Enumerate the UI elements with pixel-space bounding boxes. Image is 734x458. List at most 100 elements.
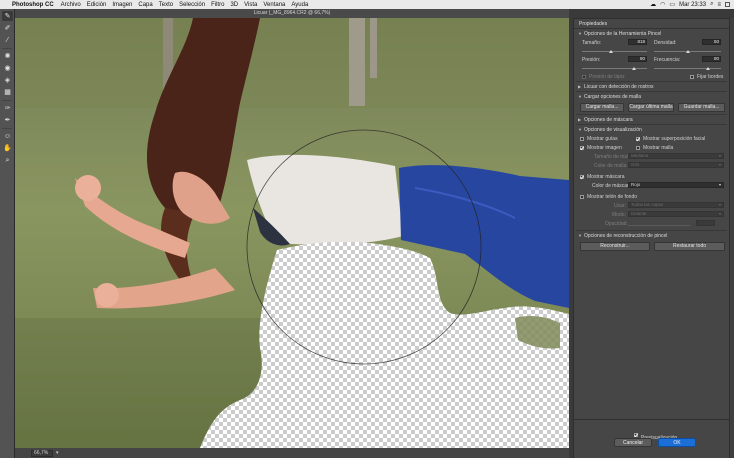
section-mask-options[interactable]: ▶ Opciones de máscara [574,115,729,124]
show-mask-box [580,174,584,179]
freeze-mask-tool-icon[interactable]: ✑ [2,103,13,113]
menu-seleccion[interactable]: Selección [176,2,208,8]
mesh-color-select[interactable]: Gris ▾ [628,162,724,168]
window-icon[interactable] [725,2,730,7]
show-backdrop-label: Mostrar telón de fondo [587,194,638,200]
image-canvas[interactable] [15,18,569,448]
app-menu[interactable]: Photoshop CC [10,2,58,8]
show-backdrop-box [580,194,584,199]
battery-icon[interactable]: ▭ [669,1,675,8]
mesh-color-value: Gris [631,162,640,167]
restore-all-button[interactable]: Restaurar todo [654,242,725,251]
dialog-footer: Previsualización Cancelar OK [573,420,730,458]
reconstruct-tool-icon[interactable]: ✐ [2,23,13,33]
show-mask-checkbox[interactable]: Mostrar máscara [580,174,625,180]
pressure-row: Presión: 80 Frecuencia: 80 [574,55,729,66]
zoom-tool-icon[interactable]: ⌕ [2,155,13,165]
zoom-level-field[interactable]: 66,7% [31,449,53,457]
bloat-tool-icon[interactable]: ◈ [2,75,13,85]
show-image-checkbox[interactable]: Mostrar imagen [580,145,622,151]
size-slider-thumb[interactable] [609,50,614,53]
reconstruct-button[interactable]: Reconstruir... [580,242,650,251]
face-tool-icon[interactable]: ☺ [2,131,13,141]
menu-texto[interactable]: Texto [156,2,176,8]
wifi-icon[interactable]: ◠ [660,1,665,8]
save-mesh-button[interactable]: Guardar malla... [678,103,725,112]
show-image-box [580,145,584,150]
load-mesh-button[interactable]: Cargar malla... [580,103,624,112]
size-row: Tamaño: 818 Densidad: 50 [574,38,729,49]
zoom-dropdown-icon[interactable]: ▾ [56,450,59,456]
size-input[interactable]: 818 [628,39,647,45]
pressure-input[interactable]: 80 [628,56,647,62]
show-mesh-label: Mostrar malla [643,145,674,151]
use-label: Usar: [614,203,626,209]
section-reconstruct[interactable]: ▼ Opciones de reconstrucción de pincel [574,231,729,240]
rate-slider-thumb[interactable] [705,67,710,70]
menu-imagen[interactable]: Imagen [109,2,135,8]
rate-input[interactable]: 80 [702,56,721,62]
mesh-color-row: Color de malla: Gris ▾ [574,161,729,170]
use-select[interactable]: Todas las capas ▾ [628,202,724,208]
pucker-tool-icon[interactable]: ◉ [2,63,13,73]
show-mesh-checkbox[interactable]: Mostrar malla [636,145,673,151]
section-view-options[interactable]: ▼ Opciones de visualización [574,125,729,134]
hand-tool-icon[interactable]: ✋ [2,143,13,153]
mask-color-label: Color de máscara: [592,183,633,189]
show-face-overlay-checkbox[interactable]: Mostrar superposición facial [636,136,705,142]
show-image-label: Mostrar imagen [587,145,622,151]
chevron-down-icon: ▾ [718,153,721,158]
show-guides-checkbox[interactable]: Mostrar guías [580,136,618,142]
cancel-button[interactable]: Cancelar [614,438,652,447]
section-face-aware[interactable]: ▶ Licuar con detección de rostros [574,82,729,91]
density-input[interactable]: 50 [702,39,721,45]
panel-scrollbar[interactable] [730,18,734,458]
menu-3d[interactable]: 3D [227,2,241,8]
mesh-color-label: Color de malla: [594,163,628,169]
creative-cloud-icon[interactable]: ☁ [650,1,656,8]
forward-warp-tool-icon[interactable]: ✎ [2,11,13,21]
thaw-mask-tool-icon[interactable]: ✒ [2,115,13,125]
stylus-pressure-checkbox[interactable]: Presión de lápiz [582,74,625,80]
pressure-slider[interactable] [582,68,647,69]
show-backdrop-checkbox[interactable]: Mostrar telón de fondo [580,194,637,200]
section-tool-options[interactable]: ▼ Opciones de la Herramienta Pincel [574,29,729,38]
ok-button[interactable]: OK [658,438,696,447]
section-header-label: Opciones de máscara [584,116,633,123]
menu-vista[interactable]: Vista [241,2,260,8]
pressure-slider-thumb[interactable] [632,67,636,70]
pin-edges-checkbox[interactable]: Fijar bordes [690,74,723,80]
density-slider-thumb[interactable] [685,50,690,53]
menu-archivo[interactable]: Archivo [58,2,84,8]
mode-select[interactable]: Delante ▾ [628,211,724,217]
opacity-slider[interactable] [628,225,690,226]
opacity-input[interactable] [696,220,715,226]
mesh-size-value: Mediana [631,153,649,158]
mesh-size-row: Tamaño de malla: Mediana ▾ [574,152,729,161]
section-load-mesh[interactable]: ▼ Cargar opciones de malla [574,92,729,101]
menu-ventana[interactable]: Ventana [260,2,288,8]
push-left-tool-icon[interactable]: ▦ [2,87,13,97]
menu-filtro[interactable]: Filtro [208,2,227,8]
mesh-buttons-row: Cargar malla... Cargar última malla Guar… [574,101,729,114]
menu-capa[interactable]: Capa [135,2,155,8]
menu-clock[interactable]: Mar 23:33 [679,2,706,8]
twirl-tool-icon[interactable]: ✺ [2,51,13,61]
menu-edicion[interactable]: Edición [84,2,110,8]
smooth-tool-icon[interactable]: ⁄ [2,35,13,45]
list-icon[interactable]: ≡ [717,2,721,8]
show-guides-box [580,136,584,141]
opacity-label: Opacidad: [605,221,628,227]
load-last-mesh-button[interactable]: Cargar última malla [628,103,674,112]
liquify-toolbar: ✎ ✐ ⁄ ✺ ◉ ◈ ▦ ✑ ✒ ☺ ✋ ⌕ [0,9,15,458]
mask-color-select[interactable]: Rojo ▾ [628,182,724,188]
mesh-size-select[interactable]: Mediana ▾ [628,153,724,159]
preview-checkbox-box [634,432,638,437]
show-backdrop-row: Mostrar telón de fondo [574,192,729,201]
rate-slider[interactable] [654,68,721,69]
menu-ayuda[interactable]: Ayuda [288,2,311,8]
density-label: Densidad: [654,40,677,46]
section-header-label: Opciones de visualización [584,126,642,133]
search-icon[interactable]: ⌕ [710,1,713,8]
size-slider[interactable] [582,51,647,52]
